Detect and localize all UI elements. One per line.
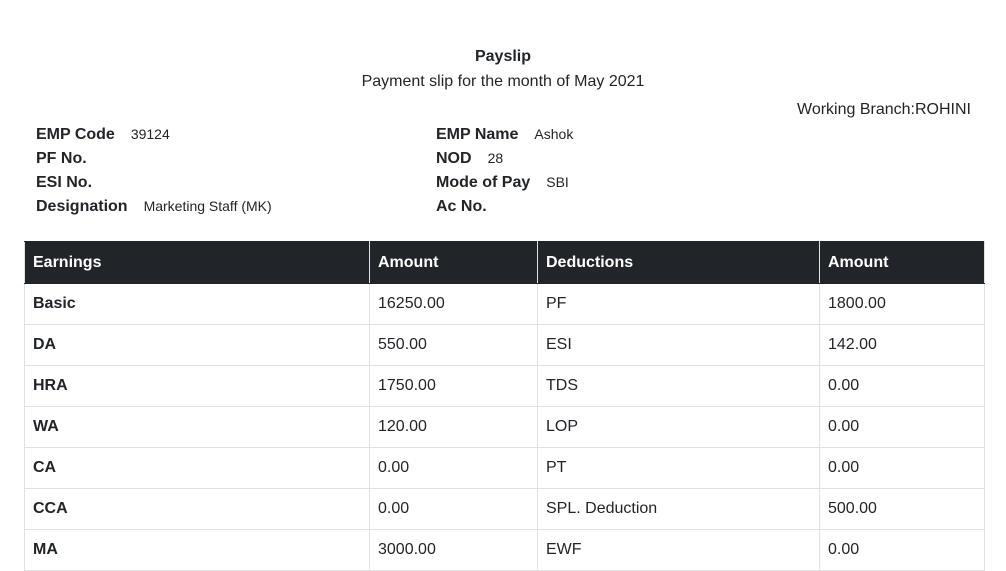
employee-info-left: EMP Code 39124 PF No. ESI No. Designation… — [36, 123, 272, 219]
esi-no-label: ESI No. — [36, 174, 93, 191]
table-row: MA 3000.00 EWF 0.00 — [24, 529, 985, 571]
nod-row: NOD 28 — [436, 147, 573, 171]
table-row: Basic 16250.00 PF 1800.00 — [24, 283, 985, 325]
emp-name-row: EMP Name Ashok — [436, 123, 573, 147]
deduction-amount: 0.00 — [819, 365, 985, 407]
employee-info-right: EMP Name Ashok NOD 28 Mode of Pay SBI Ac No… — [436, 123, 573, 219]
emp-code-value: 39124 — [130, 126, 170, 142]
deduction-name: PF — [537, 283, 820, 325]
earning-amount: 0.00 — [369, 447, 538, 489]
deduction-amount: 142.00 — [819, 324, 985, 366]
earning-name: HRA — [24, 365, 370, 407]
deduction-name: PT — [537, 447, 820, 489]
table-row: HRA 1750.00 TDS 0.00 — [24, 365, 985, 407]
mode-of-pay-value: SBI — [546, 174, 569, 190]
earning-name: WA — [24, 406, 370, 448]
table-row: CCA 0.00 SPL. Deduction 500.00 — [24, 488, 985, 530]
deduction-amount: 1800.00 — [819, 283, 985, 325]
deduction-name: LOP — [537, 406, 820, 448]
emp-code-label: EMP Code — [36, 126, 115, 143]
earning-name: MA — [24, 529, 370, 571]
ac-no-row: Ac No. — [436, 195, 573, 219]
deduction-name: EWF — [537, 529, 820, 571]
earning-amount: 120.00 — [369, 406, 538, 448]
earning-name: DA — [24, 324, 370, 366]
pf-no-label: PF No. — [36, 150, 87, 167]
table-row: WA 120.00 LOP 0.00 — [24, 406, 985, 448]
emp-name-value: Ashok — [534, 126, 574, 142]
nod-label: NOD — [436, 150, 472, 167]
payslip-page: Payslip Payment slip for the month of Ma… — [0, 0, 1006, 571]
earning-amount: 16250.00 — [369, 283, 538, 325]
deduction-amount: 0.00 — [819, 529, 985, 571]
mode-of-pay-row: Mode of Pay SBI — [436, 171, 573, 195]
earning-amount: 1750.00 — [369, 365, 538, 407]
pf-no-row: PF No. — [36, 147, 272, 171]
table-row: CA 0.00 PT 0.00 — [24, 447, 985, 489]
header-earnings-amount: Amount — [369, 241, 538, 284]
deduction-name: SPL. Deduction — [537, 488, 820, 530]
header-deductions: Deductions — [537, 241, 820, 284]
earning-name: CCA — [24, 488, 370, 530]
deduction-amount: 0.00 — [819, 406, 985, 448]
earning-amount: 0.00 — [369, 488, 538, 530]
deduction-amount: 500.00 — [819, 488, 985, 530]
table-row: DA 550.00 ESI 142.00 — [24, 324, 985, 366]
table-header-row: Earnings Amount Deductions Amount — [24, 241, 985, 284]
designation-value: Marketing Staff (MK) — [143, 198, 272, 214]
designation-row: Designation Marketing Staff (MK) — [36, 195, 272, 219]
header-deductions-amount: Amount — [819, 241, 985, 284]
designation-label: Designation — [36, 198, 128, 215]
nod-value: 28 — [487, 150, 504, 166]
header-earnings: Earnings — [24, 241, 370, 284]
deduction-name: ESI — [537, 324, 820, 366]
page-subtitle: Payment slip for the month of May 2021 — [361, 73, 645, 90]
mode-of-pay-label: Mode of Pay — [436, 174, 531, 191]
emp-name-label: EMP Name — [436, 126, 519, 143]
earning-name: Basic — [24, 283, 370, 325]
earning-amount: 3000.00 — [369, 529, 538, 571]
earning-amount: 550.00 — [369, 324, 538, 366]
emp-code-row: EMP Code 39124 — [36, 123, 272, 147]
payslip-table: Earnings Amount Deductions Amount Basic … — [24, 241, 985, 571]
earning-name: CA — [24, 447, 370, 489]
page-title: Payslip — [474, 48, 532, 65]
ac-no-label: Ac No. — [436, 198, 487, 215]
working-branch: Working Branch:ROHINI — [797, 101, 971, 118]
deduction-amount: 0.00 — [819, 447, 985, 489]
esi-no-row: ESI No. — [36, 171, 272, 195]
deduction-name: TDS — [537, 365, 820, 407]
